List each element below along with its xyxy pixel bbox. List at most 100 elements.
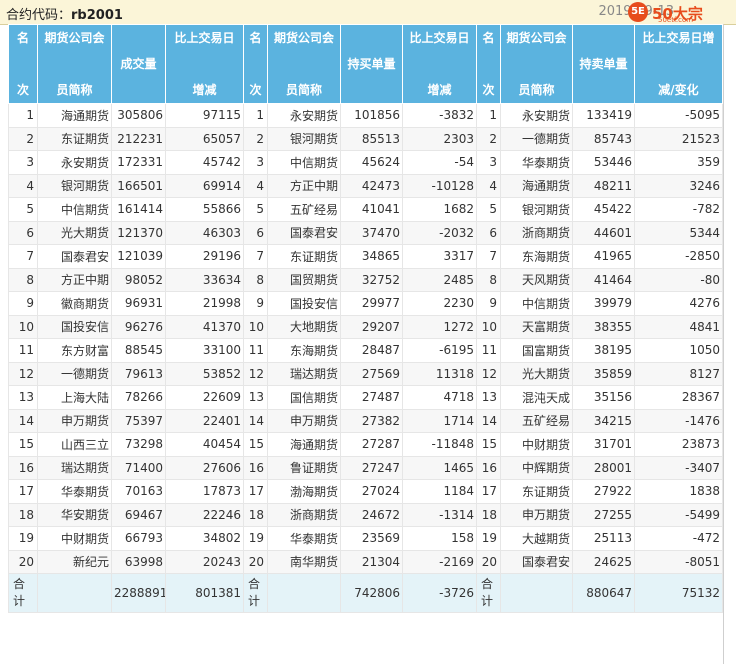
- table-cell: 23569: [340, 526, 403, 551]
- table-cell: 17: [243, 479, 268, 504]
- table-row: 6 光大期货 121370 46303 6 国泰君安 37470 -2032 6 浙商期货 4460…: [8, 220, 723, 245]
- table-cell: 8: [243, 267, 268, 292]
- table-cell: 29196: [165, 244, 244, 269]
- table-cell: 申万期货: [37, 408, 112, 433]
- table-cell: 37470: [340, 220, 403, 245]
- table-cell: 2303: [402, 126, 477, 151]
- table-cell: 5: [8, 197, 38, 222]
- table-cell: 东证期货: [37, 126, 112, 151]
- table-header-row: 名次 期货公司会 员简称 成交量 比上交易日 增减 名次 期货公司会 员简称 持买单量…: [8, 24, 723, 104]
- table-cell: -11848: [402, 432, 477, 457]
- table-cell: -3407: [634, 455, 723, 480]
- table-cell: 混沌天成: [500, 385, 573, 410]
- table-cell: 天风期货: [500, 267, 573, 292]
- table-cell: 1: [8, 103, 38, 128]
- col-header-rank: 名次: [243, 24, 268, 104]
- table-cell: 东证期货: [500, 479, 573, 504]
- table-cell: -54: [402, 150, 477, 175]
- table-cell: 85513: [340, 126, 403, 151]
- site-logo[interactable]: 5E 50大宗 50etf.com: [628, 2, 732, 24]
- table-cell: 27569: [340, 361, 403, 386]
- table-cell: 3: [243, 150, 268, 175]
- table-cell: 6: [476, 220, 501, 245]
- table-cell: 27382: [340, 408, 403, 433]
- table-cell: 1682: [402, 197, 477, 222]
- table-cell: 16: [243, 455, 268, 480]
- totals-label-part: 计: [481, 594, 494, 608]
- table-cell: 22246: [165, 502, 244, 527]
- table-cell: 48211: [572, 173, 635, 198]
- table-cell: 8: [476, 267, 501, 292]
- table-cell: 133419: [572, 103, 635, 128]
- table-cell: 3246: [634, 173, 723, 198]
- table-cell: 2485: [402, 267, 477, 292]
- table-cell: 山西三立: [37, 432, 112, 457]
- table-cell: 21998: [165, 291, 244, 316]
- table-cell: 21304: [340, 549, 403, 574]
- table-cell: 20: [476, 549, 501, 574]
- table-cell: 28367: [634, 385, 723, 410]
- table-cell: 瑞达期货: [267, 361, 341, 386]
- table-cell: 359: [634, 150, 723, 175]
- table-cell: 17873: [165, 479, 244, 504]
- table-cell: 18: [8, 502, 38, 527]
- table-cell: 3317: [402, 244, 477, 269]
- table-cell: 国富期货: [500, 338, 573, 363]
- table-cell: 中财期货: [37, 526, 112, 551]
- table-cell: 银河期货: [37, 173, 112, 198]
- table-cell: 浙商期货: [500, 220, 573, 245]
- table-cell: 20: [8, 549, 38, 574]
- table-cell: 12: [476, 361, 501, 386]
- table-cell: 华安期货: [37, 502, 112, 527]
- table-cell: 29207: [340, 314, 403, 339]
- logo-subtext: 50etf.com: [658, 16, 694, 24]
- table-cell: 27922: [572, 479, 635, 504]
- totals-label: 合计: [476, 573, 501, 613]
- table-cell: 1050: [634, 338, 723, 363]
- table-cell: 海通期货: [500, 173, 573, 198]
- table-cell: 5344: [634, 220, 723, 245]
- table-cell: 161414: [111, 197, 166, 222]
- table-cell: 1272: [402, 314, 477, 339]
- table-cell: 永安期货: [37, 150, 112, 175]
- table-cell: -782: [634, 197, 723, 222]
- table-cell: 15: [243, 432, 268, 457]
- table-cell: 85743: [572, 126, 635, 151]
- table-cell: 2: [8, 126, 38, 151]
- table-cell: -5499: [634, 502, 723, 527]
- totals-cell: 742806: [340, 573, 403, 613]
- table-cell: 2: [476, 126, 501, 151]
- table-cell: 海通期货: [267, 432, 341, 457]
- table-cell: 9: [243, 291, 268, 316]
- table-cell: 15: [476, 432, 501, 457]
- table-cell: 4: [8, 173, 38, 198]
- table-row: 18 华安期货 69467 22246 18 浙商期货 24672 -1314 18 申万期货 27…: [8, 502, 723, 527]
- table-cell: 天富期货: [500, 314, 573, 339]
- table-cell: 7: [243, 244, 268, 269]
- table-cell: 国泰君安: [500, 549, 573, 574]
- table-cell: 24625: [572, 549, 635, 574]
- table-cell: -10128: [402, 173, 477, 198]
- table-cell: 34215: [572, 408, 635, 433]
- table-cell: 18: [243, 502, 268, 527]
- table-cell: -8051: [634, 549, 723, 574]
- table-cell: 光大期货: [500, 361, 573, 386]
- table-row: 13 上海大陆 78266 22609 13 国信期货 27487 4718 13 混沌天成 351…: [8, 385, 723, 410]
- table-cell: 46303: [165, 220, 244, 245]
- totals-label-part: 合: [248, 577, 261, 591]
- table-cell: 44601: [572, 220, 635, 245]
- table-cell: 2: [243, 126, 268, 151]
- table-row: 19 中财期货 66793 34802 19 华泰期货 23569 158 19 大越期货 2511…: [8, 526, 723, 551]
- table-cell: 银河期货: [267, 126, 341, 151]
- table-cell: 96931: [111, 291, 166, 316]
- table-cell: 大越期货: [500, 526, 573, 551]
- table-cell: 国泰君安: [37, 244, 112, 269]
- table-cell: 24672: [340, 502, 403, 527]
- table-cell: 9: [8, 291, 38, 316]
- totals-label-part: 计: [13, 594, 26, 608]
- table-cell: 55866: [165, 197, 244, 222]
- table-cell: 15: [8, 432, 38, 457]
- table-cell: 南华期货: [267, 549, 341, 574]
- table-cell: 41370: [165, 314, 244, 339]
- table-cell: 10: [243, 314, 268, 339]
